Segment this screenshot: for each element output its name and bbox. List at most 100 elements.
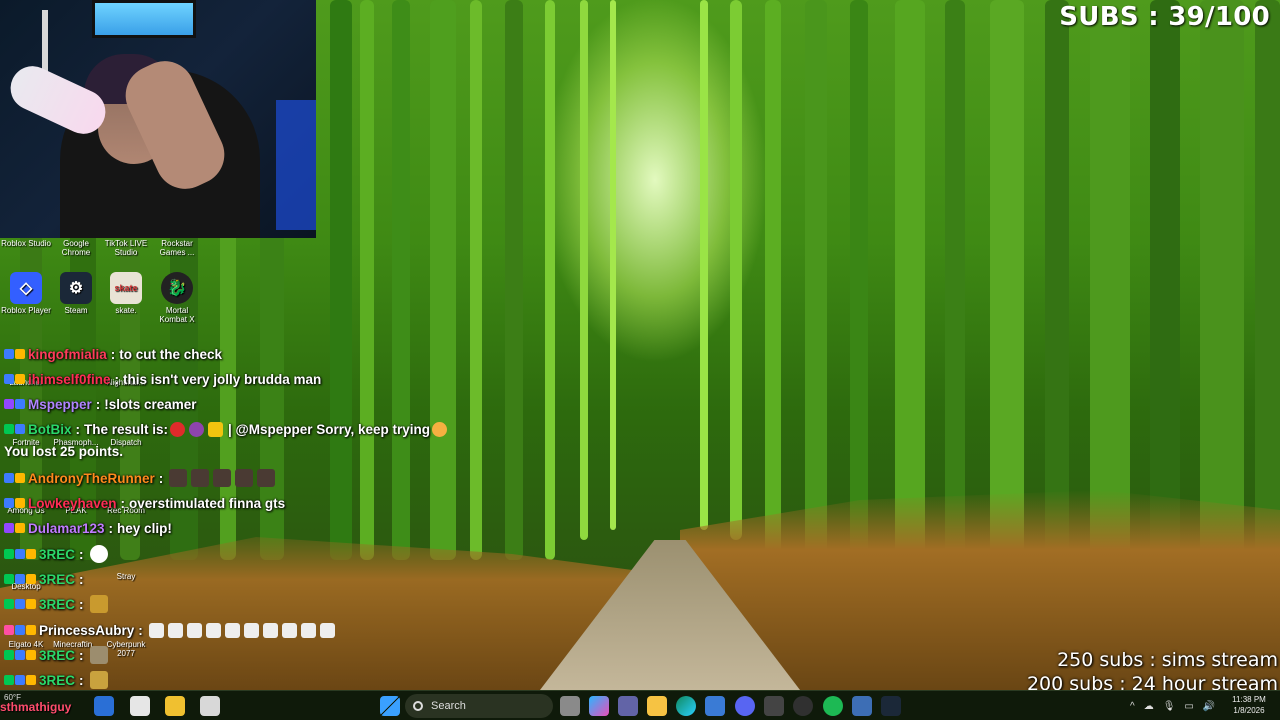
pinned-app-icon[interactable] [94, 696, 114, 716]
discord-icon[interactable] [735, 696, 755, 716]
chat-username[interactable]: Mspepper [28, 397, 92, 412]
chat-username[interactable]: AndronyTheRunner [28, 471, 155, 486]
bell-emoji [208, 421, 224, 437]
pinned-app-icon[interactable] [200, 696, 220, 716]
desktop-icon[interactable]: Roblox Studio [0, 239, 52, 248]
chat-emote [224, 622, 240, 638]
pinned-app-icon[interactable] [130, 696, 150, 716]
chat-username-bottom: sthmathiguy [0, 700, 72, 714]
chat-emote [205, 622, 221, 638]
chat-text: !slots creamer [104, 396, 197, 412]
sad-face-emoji [432, 421, 448, 437]
desktop-icon[interactable]: 🐉 Mortal Kombat X [151, 272, 203, 324]
chat-username[interactable]: BotBix [28, 422, 72, 437]
sub-goal: 250 subs : sims stream [1057, 649, 1278, 671]
cloud-icon[interactable]: ☁ [1144, 701, 1154, 712]
chat-text: The result is: [84, 421, 169, 437]
grape-emoji [189, 421, 205, 437]
chat-username[interactable]: 3REC [39, 597, 75, 612]
chat-username[interactable]: Lowkeyhaven [28, 496, 117, 511]
chat-separator: : [79, 647, 84, 663]
chat-separator: : [108, 520, 114, 536]
chat-system-message: You lost 25 points. [4, 444, 124, 459]
chat-message: ihimself0fine: this isn't very jolly bru… [4, 367, 321, 391]
mortal-kombat-icon: 🐉 [161, 272, 193, 304]
microphone-icon[interactable]: 🎙 [1163, 701, 1176, 712]
desktop-icon-label: Roblox Player [1, 306, 51, 315]
chat-emote [243, 622, 259, 638]
desktop-icon[interactable]: TikTok LIVE Studio [100, 239, 152, 257]
chat-username[interactable]: 3REC [39, 572, 75, 587]
task-view-icon[interactable] [560, 696, 580, 716]
taskbar-search[interactable]: Search [405, 694, 553, 718]
chat-separator: : [79, 571, 84, 587]
chat-separator: : [75, 421, 81, 437]
chat-badges [4, 675, 36, 685]
subs-counter: SUBS : 39/100 [1059, 2, 1270, 32]
clock-time: 11:38 PM [1232, 695, 1266, 704]
volume-icon[interactable]: 🔊 [1203, 701, 1215, 712]
chat-message: Dulamar123: hey clip! [4, 516, 172, 540]
chat-emote [89, 671, 108, 689]
desktop-icon[interactable]: Rockstar Games ... [151, 239, 203, 257]
chat-text: overstimulated finna gts [129, 495, 286, 511]
chat-message: BotBix: The result is: | @Mspepper Sorry… [4, 417, 449, 441]
system-tray: ^ ☁ 🎙 ▭ 🔊 [1130, 691, 1215, 720]
chat-message: 3REC: [4, 542, 110, 566]
chat-username[interactable]: 3REC [39, 547, 75, 562]
chat-username[interactable]: PrincessAubry [39, 623, 134, 638]
clock[interactable]: 11:38 PM 1/8/2026 [1226, 694, 1272, 716]
windows-start-icon[interactable] [380, 696, 400, 716]
desktop-icon-label: Stray [116, 572, 136, 581]
file-explorer-icon[interactable] [647, 696, 667, 716]
desktop-icon-label: Roblox Studio [1, 239, 51, 248]
desktop-icon[interactable]: ⚙ Steam [50, 272, 102, 315]
chat-message: 3REC: [4, 567, 88, 591]
chat-badges [4, 374, 25, 384]
chat-emote [167, 622, 183, 638]
chat-badges [4, 473, 25, 483]
background-monitor [92, 0, 196, 38]
chat-emote [257, 469, 276, 487]
chat-separator: : [138, 622, 143, 638]
chat-message: Lowkeyhaven: overstimulated finna gts [4, 491, 285, 515]
chat-username[interactable]: ihimself0fine [28, 372, 111, 387]
steam-taskbar-icon[interactable] [881, 696, 901, 716]
desktop-icon-label: Rockstar Games ... [159, 239, 195, 257]
desktop-icon[interactable]: ◇ Roblox Player [0, 272, 52, 315]
chat-emote [186, 622, 202, 638]
chat-separator: : [79, 672, 84, 688]
chat-separator: : [158, 470, 164, 486]
chat-username[interactable]: kingofmialia [28, 347, 107, 362]
chat-badges [4, 549, 36, 559]
chat-emote [169, 469, 188, 487]
pinned-app-icon[interactable] [764, 696, 784, 716]
webcam-overlay [0, 0, 316, 238]
chat-username[interactable]: 3REC [39, 648, 75, 663]
chat-text: this isn't very jolly brudda man [123, 371, 322, 387]
spotify-icon[interactable] [823, 696, 843, 716]
search-placeholder: Search [431, 700, 466, 712]
desktop-icon-label: Cyberpunk 2077 [106, 640, 146, 658]
obs-icon[interactable] [793, 696, 813, 716]
chat-badges [4, 399, 25, 409]
cherry-emoji [170, 421, 186, 437]
pinned-app-icon[interactable] [165, 696, 185, 716]
edge-icon[interactable] [676, 696, 696, 716]
store-icon[interactable] [705, 696, 725, 716]
display-icon[interactable]: ▭ [1184, 701, 1193, 712]
teams-icon[interactable] [618, 696, 638, 716]
chat-separator: : [110, 346, 116, 362]
chat-username[interactable]: Dulamar123 [28, 521, 105, 536]
pinned-app-icon[interactable] [852, 696, 872, 716]
desktop-icon-label: Google Chrome [61, 239, 91, 257]
chat-emote [213, 469, 232, 487]
desktop-icon[interactable]: Google Chrome [50, 239, 102, 257]
desktop-icon[interactable]: skate skate. [100, 272, 152, 315]
chat-username[interactable]: 3REC [39, 673, 75, 688]
chat-separator: : [114, 371, 120, 387]
skate-icon: skate [110, 272, 142, 304]
desktop-icon[interactable]: Stray [100, 572, 152, 581]
chevron-up-icon[interactable]: ^ [1130, 701, 1135, 712]
copilot-icon[interactable] [589, 696, 609, 716]
